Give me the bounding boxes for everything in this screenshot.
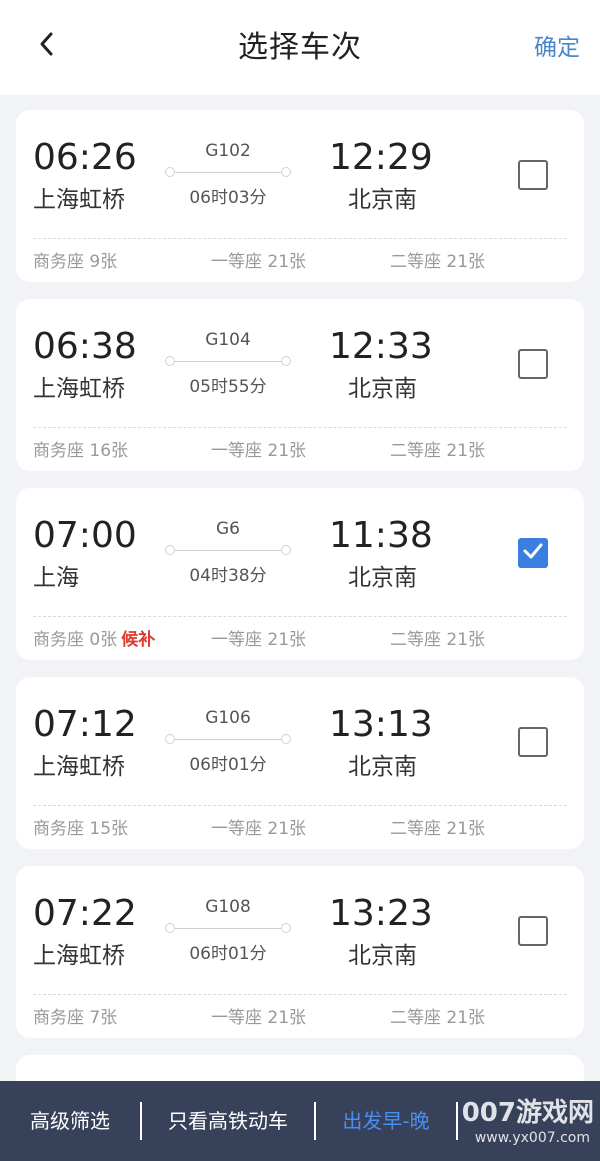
- train-card[interactable]: 06:38 上海虹桥 G104 05时55分 12:33 北京南 商务座 16张…: [16, 299, 584, 471]
- header-bar: 选择车次 确定: [0, 0, 600, 95]
- seat-business: 商务座 16张: [33, 441, 129, 461]
- advanced-filter-button[interactable]: 高级筛选: [0, 1081, 140, 1161]
- arrival-time: 13:13: [329, 704, 433, 745]
- chevron-left-icon: [38, 31, 54, 61]
- watermark-url: www.yx007.com: [474, 1130, 590, 1146]
- back-button[interactable]: [24, 24, 68, 68]
- train-card[interactable]: 07:22 上海虹桥 G108 06时01分 13:23 北京南 商务座 7张 …: [16, 866, 584, 1038]
- seat-business: 商务座 0张 候补: [33, 628, 155, 652]
- train-number: G6: [216, 519, 240, 539]
- travel-duration: 06时03分: [189, 188, 267, 208]
- route-line-icon: [165, 922, 291, 936]
- arrival-time: 13:23: [329, 893, 433, 934]
- train-number: G106: [205, 708, 251, 728]
- seat-business: 商务座 9张: [33, 252, 118, 272]
- train-number: G104: [205, 330, 251, 350]
- dashed-divider: [33, 238, 567, 239]
- travel-duration: 04时38分: [189, 566, 267, 586]
- dashed-divider: [33, 994, 567, 995]
- arrival-time: 12:33: [329, 326, 433, 367]
- seat-second-class: 二等座 21张: [390, 252, 486, 272]
- seat-first-class: 一等座 21张: [211, 252, 307, 272]
- seat-second-class: 二等座 21张: [390, 819, 486, 839]
- confirm-button[interactable]: 确定: [534, 24, 580, 72]
- dashed-divider: [33, 427, 567, 428]
- travel-duration: 06时01分: [189, 944, 267, 964]
- seat-second-class: 二等座 21张: [390, 630, 486, 650]
- seat-first-class: 一等座 21张: [211, 819, 307, 839]
- seat-business: 商务座 7张: [33, 1008, 118, 1028]
- departure-time: 07:22: [33, 893, 137, 934]
- filter-separator: [456, 1102, 458, 1140]
- checkmark-icon: [522, 542, 544, 564]
- departure-time: 07:12: [33, 704, 137, 745]
- arrival-time: 12:29: [329, 137, 433, 178]
- train-list: 06:26 上海虹桥 G102 06时03分 12:29 北京南 商务座 9张 …: [16, 110, 584, 1112]
- watermark-logo: 007游戏网: [461, 1098, 594, 1128]
- route-line-icon: [165, 733, 291, 747]
- departure-time: 06:38: [33, 326, 137, 367]
- train-number: G102: [205, 141, 251, 161]
- select-checkbox[interactable]: [518, 916, 548, 946]
- arrival-station: 北京南: [348, 187, 417, 213]
- arrival-time: 11:38: [329, 515, 433, 556]
- seat-second-class: 二等座 21张: [390, 441, 486, 461]
- page-title: 选择车次: [238, 30, 362, 65]
- select-checkbox[interactable]: [518, 349, 548, 379]
- dashed-divider: [33, 616, 567, 617]
- train-card[interactable]: 06:26 上海虹桥 G102 06时03分 12:29 北京南 商务座 9张 …: [16, 110, 584, 282]
- waitlist-link[interactable]: 候补: [121, 630, 155, 650]
- seat-first-class: 一等座 21张: [211, 441, 307, 461]
- departure-station: 上海虹桥: [33, 754, 125, 780]
- arrival-station: 北京南: [348, 754, 417, 780]
- seat-second-class: 二等座 21张: [390, 1008, 486, 1028]
- arrival-station: 北京南: [348, 565, 417, 591]
- route-line-icon: [165, 166, 291, 180]
- arrival-station: 北京南: [348, 376, 417, 402]
- travel-duration: 06时01分: [189, 755, 267, 775]
- route-line-icon: [165, 355, 291, 369]
- departure-time: 06:26: [33, 137, 137, 178]
- arrival-station: 北京南: [348, 943, 417, 969]
- train-card[interactable]: 07:00 上海 G6 04时38分 11:38 北京南 商务座 0张 候补 一等…: [16, 488, 584, 660]
- train-number: G108: [205, 897, 251, 917]
- departure-station: 上海虹桥: [33, 943, 125, 969]
- dashed-divider: [33, 805, 567, 806]
- departure-station: 上海虹桥: [33, 376, 125, 402]
- seat-business-label: 商务座 0张: [33, 630, 118, 650]
- sort-departure-button[interactable]: 出发早-晚: [316, 1081, 456, 1161]
- select-checkbox[interactable]: [518, 727, 548, 757]
- departure-time: 07:00: [33, 515, 137, 556]
- seat-first-class: 一等座 21张: [211, 1008, 307, 1028]
- select-checkbox-checked[interactable]: [518, 538, 548, 568]
- high-speed-only-button[interactable]: 只看高铁动车: [142, 1081, 314, 1161]
- route-line-icon: [165, 544, 291, 558]
- select-checkbox[interactable]: [518, 160, 548, 190]
- seat-business: 商务座 15张: [33, 819, 129, 839]
- travel-duration: 05时55分: [189, 377, 267, 397]
- seat-first-class: 一等座 21张: [211, 630, 307, 650]
- departure-station: 上海: [33, 565, 79, 591]
- departure-station: 上海虹桥: [33, 187, 125, 213]
- train-card[interactable]: 07:12 上海虹桥 G106 06时01分 13:13 北京南 商务座 15张…: [16, 677, 584, 849]
